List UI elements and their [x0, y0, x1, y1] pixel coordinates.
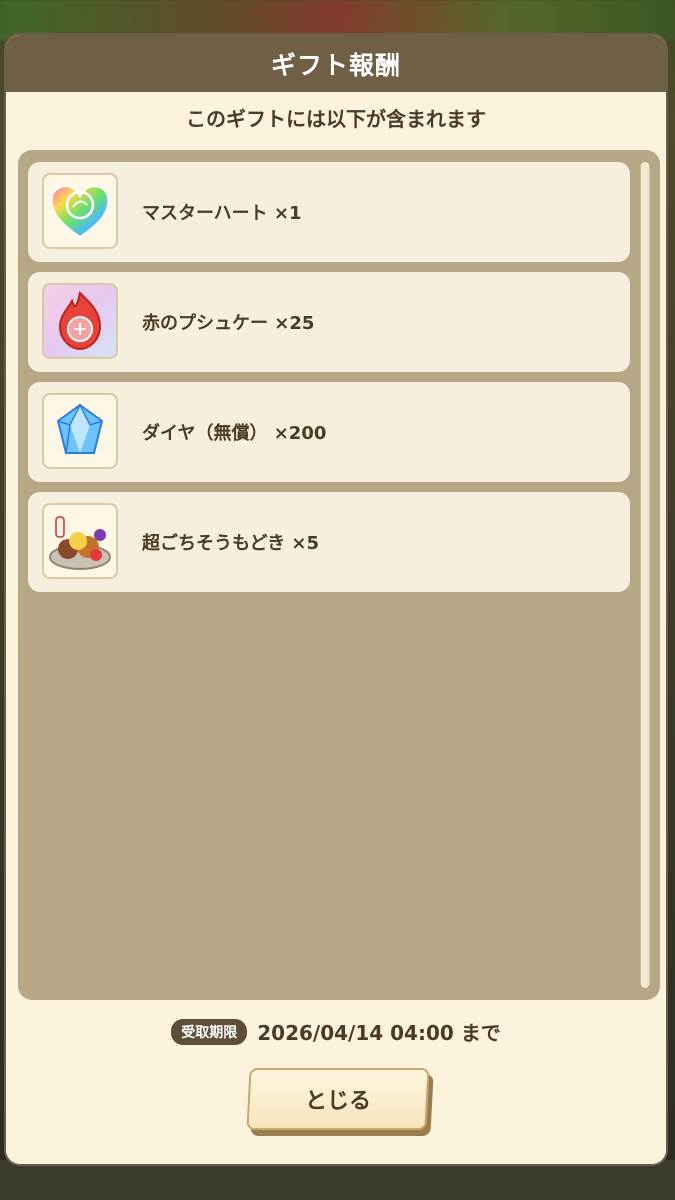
- close-button-label: とじる: [304, 1089, 371, 1114]
- reward-item-label: マスターハート ×1: [142, 203, 302, 224]
- close-button-face[interactable]: とじる: [246, 1068, 430, 1130]
- reward-item: 超ごちそうもどき ×5: [28, 492, 630, 592]
- scrollbar-track[interactable]: [640, 162, 650, 988]
- red-psyche-icon: [42, 283, 118, 359]
- dialog-subtitle: このギフトには以下が含まれます: [186, 107, 486, 131]
- expiry-row: 受取期限 2026/04/14 04:00 まで: [6, 1017, 666, 1046]
- close-button[interactable]: とじる: [246, 1068, 434, 1136]
- dialog-title: ギフト報酬: [270, 50, 401, 80]
- background-bottom-nav: [0, 1160, 675, 1200]
- reward-list[interactable]: マスターハート ×1 赤のプシュケー ×25 ダイヤ（無償） ×200 超ごちそ…: [18, 150, 660, 1000]
- expiry-badge: 受取期限: [171, 1018, 248, 1045]
- gift-reward-dialog: ギフト報酬 このギフトには以下が含まれます マスターハート ×1 赤のプシュケー…: [4, 33, 668, 1166]
- reward-item: ダイヤ（無償） ×200: [28, 382, 630, 482]
- reward-item-label: ダイヤ（無償） ×200: [142, 423, 327, 444]
- reward-item-label: 赤のプシュケー ×25: [142, 313, 315, 334]
- reward-item: 赤のプシュケー ×25: [28, 272, 630, 372]
- dialog-header: ギフト報酬: [6, 35, 666, 92]
- feast-icon: [42, 503, 118, 579]
- reward-item-label: 超ごちそうもどき ×5: [142, 533, 319, 554]
- master-heart-icon: [42, 173, 118, 249]
- scrollbar-thumb[interactable]: [641, 162, 649, 988]
- reward-item: マスターハート ×1: [28, 162, 630, 262]
- diamond-icon: [42, 393, 118, 469]
- expiry-date: 2026/04/14 04:00 まで: [257, 1021, 501, 1045]
